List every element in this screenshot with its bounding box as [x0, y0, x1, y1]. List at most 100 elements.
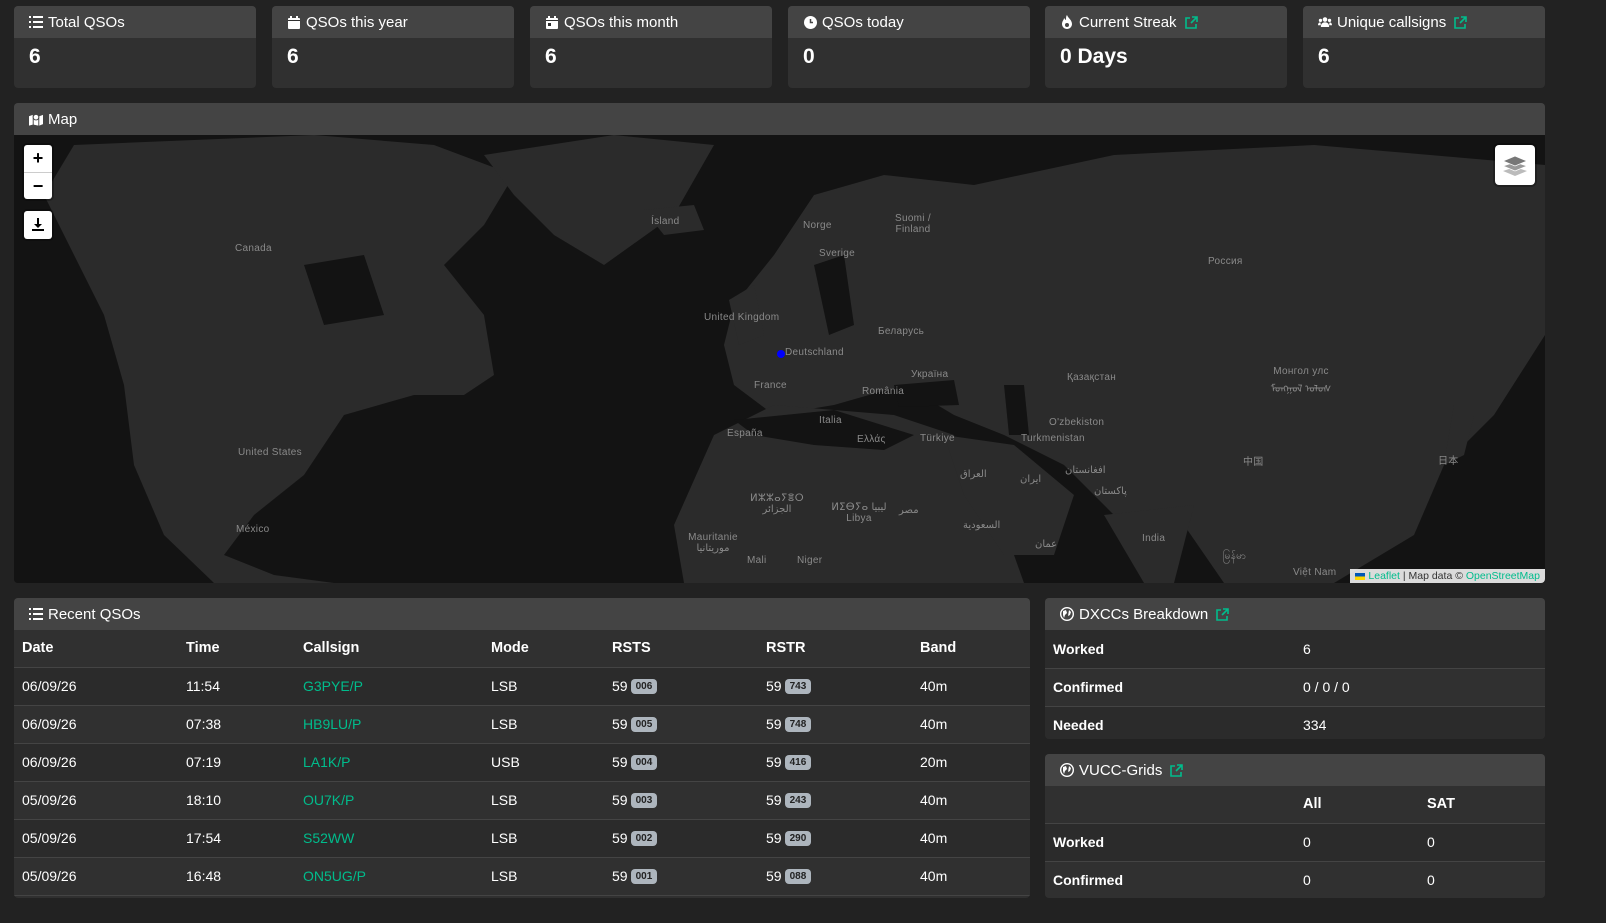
dxcc-card: DXCCs Breakdown Worked 6 Confirmed 0 / 0 / …	[1045, 598, 1545, 739]
map-label: Việt Nam	[1293, 567, 1337, 578]
table-row: Confirmed 0 0	[1045, 861, 1545, 898]
stat-card: Unique callsigns 6	[1303, 6, 1545, 88]
dxcc-table: Worked 6 Confirmed 0 / 0 / 0 Needed 334	[1045, 630, 1545, 739]
map-label: افغانستان	[1065, 465, 1106, 476]
map-title: Map	[48, 110, 78, 128]
table-row: Worked 6	[1045, 630, 1545, 669]
callsign-link[interactable]: G3PYE/P	[303, 678, 363, 694]
table-row: 05/09/26 18:10 OU7K/P LSB 59 003 59 243 40m	[14, 781, 1030, 820]
table-row: 05/09/26 16:48 ON5UG/P LSB 59 001 59 088 40m	[14, 857, 1030, 896]
external-link-icon[interactable]	[1170, 763, 1184, 777]
stat-value: 6	[1318, 45, 1330, 68]
zoom-in-button[interactable]: +	[24, 145, 52, 172]
clock-icon	[803, 15, 817, 29]
map-label: Canada	[235, 243, 272, 254]
column-header: Time	[178, 630, 295, 668]
map-label: México	[236, 524, 270, 535]
qso-band: 40m	[912, 857, 1030, 896]
qso-rstr-cell: 59 088	[758, 857, 912, 896]
leaflet-link[interactable]: Leaflet	[1368, 570, 1400, 582]
stat-card-header: QSOs today	[788, 6, 1030, 38]
stat-value: 0	[803, 45, 815, 68]
qso-time: 07:19	[178, 743, 295, 782]
recent-qsos-title: Recent QSOs	[48, 605, 141, 623]
dxcc-label: Worked	[1045, 630, 1295, 669]
map-label: مصر	[899, 505, 919, 516]
callsign-link[interactable]: ON5UG/P	[303, 868, 366, 884]
qso-mode: LSB	[483, 781, 604, 820]
qso-rsts-cell: 59 003	[604, 781, 758, 820]
qso-marker	[777, 350, 785, 358]
qso-rsts-cell: 59 006	[604, 667, 758, 706]
map-label: Suomi / Finland	[894, 213, 931, 235]
download-button[interactable]	[24, 211, 52, 239]
map-label: 中国	[1243, 457, 1264, 468]
zoom-out-button[interactable]: −	[24, 172, 52, 199]
map-label: O'zbekiston	[1049, 417, 1105, 428]
globe-icon	[1060, 607, 1074, 621]
list-icon	[29, 15, 43, 29]
map-label: Україна	[911, 369, 949, 380]
qso-time: 18:10	[178, 781, 295, 820]
map-label: Sverige	[819, 248, 856, 259]
qso-mode: LSB	[483, 819, 604, 858]
callsign-link[interactable]: S52WW	[303, 830, 354, 846]
table-row: Needed 334	[1045, 706, 1545, 739]
column-header: RSTR	[758, 630, 912, 668]
rsts-value: 59	[612, 791, 628, 808]
map-label: ایران	[1020, 474, 1042, 485]
vucc-header: VUCC-Grids	[1045, 754, 1545, 786]
stat-card: QSOs this month 6	[530, 6, 772, 88]
rsts-value: 59	[612, 753, 628, 770]
osm-link[interactable]: OpenStreetMap	[1466, 570, 1540, 582]
qso-mode: LSB	[483, 705, 604, 744]
column-header: SAT	[1419, 786, 1545, 824]
map-label: 日本	[1438, 456, 1459, 467]
map-label: ⵍⵉⴱⵢⴰ ليبيا Libya	[831, 502, 887, 524]
vucc-card: VUCC-Grids All SAT Worked 0 0 Confirmed 0 0	[1045, 754, 1545, 898]
stat-card: QSOs this year 6	[272, 6, 514, 88]
map-label: Беларусь	[878, 326, 925, 337]
external-link-icon[interactable]	[1216, 607, 1230, 621]
rsts-value: 59	[612, 867, 628, 884]
world-map-canvas[interactable]	[14, 135, 1545, 583]
qso-rsts-cell: 59 001	[604, 857, 758, 896]
external-link-icon[interactable]	[1454, 15, 1468, 29]
callsign-link[interactable]: OU7K/P	[303, 792, 354, 808]
map-icon	[29, 112, 43, 126]
qso-time: 17:54	[178, 819, 295, 858]
serial-badge: 006	[630, 679, 658, 695]
map-label: Niger	[797, 555, 823, 566]
stat-card-header: Total QSOs	[14, 6, 256, 38]
map-label: Turkmenistan	[1021, 433, 1085, 444]
callsign-link[interactable]: LA1K/P	[303, 754, 350, 770]
qso-time: 16:48	[178, 857, 295, 896]
map-label: Россия	[1208, 256, 1243, 267]
stat-card: Current Streak 0 Days	[1045, 6, 1287, 88]
stat-label: Current Streak	[1079, 13, 1177, 31]
external-link-icon[interactable]	[1184, 15, 1198, 29]
dxcc-value: 0 / 0 / 0	[1295, 668, 1545, 707]
callsign-link[interactable]: HB9LU/P	[303, 716, 361, 732]
qso-date: 06/09/26	[14, 705, 178, 744]
map-label: Italia	[819, 415, 842, 426]
map-label: Қазақстан	[1067, 372, 1117, 383]
users-icon	[1318, 15, 1332, 29]
qso-date: 05/09/26	[14, 857, 178, 896]
world-map[interactable]: Canada United States México Ísland Norge Sver…	[14, 135, 1545, 583]
map-label: Türkiye	[920, 433, 955, 444]
qso-time: 07:38	[178, 705, 295, 744]
layers-button[interactable]	[1495, 145, 1535, 185]
stat-label: QSOs this year	[306, 13, 408, 31]
stat-value: 6	[545, 45, 557, 68]
stat-value: 6	[29, 45, 41, 68]
serial-badge: 003	[630, 793, 658, 809]
rsts-value: 59	[612, 715, 628, 732]
dxcc-value: 334	[1295, 706, 1545, 739]
qso-rstr-cell: 59 743	[758, 667, 912, 706]
recent-qsos-header: Recent QSOs	[14, 598, 1030, 630]
map-label: India	[1142, 533, 1166, 544]
zoom-control: + −	[24, 145, 52, 199]
qso-mode: USB	[483, 743, 604, 782]
map-label: United States	[238, 447, 302, 458]
